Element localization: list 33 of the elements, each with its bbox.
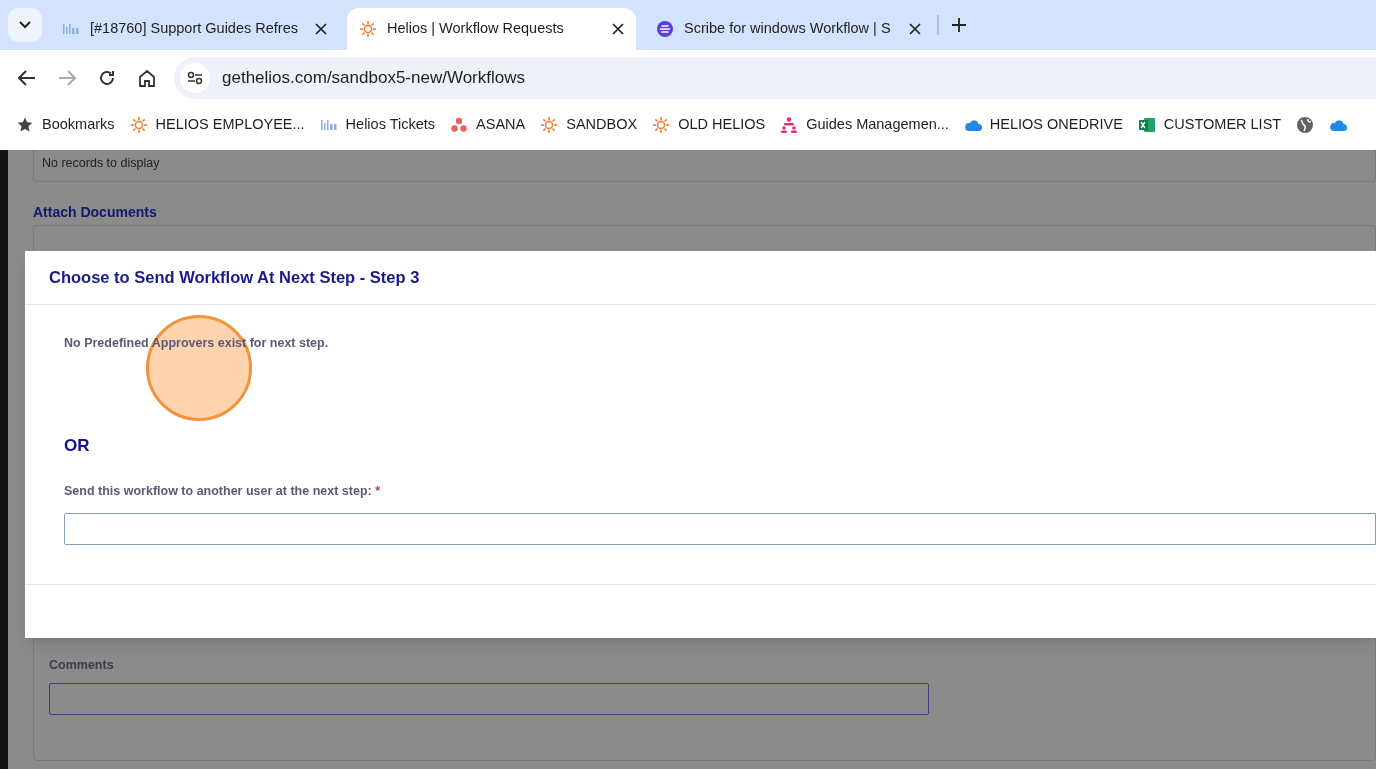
url-text: gethelios.com/sandbox5-new/Workflows [222, 66, 525, 89]
bookmark-label: Bookmarks [42, 115, 115, 135]
bookmark-label: SANDBOX [566, 115, 638, 135]
bookmark-label: CUSTOMER LIST [1163, 115, 1282, 135]
bookmark-label: OLD HELIOS [678, 115, 766, 135]
bookmark-label: HELIOS ONEDRIVE [989, 115, 1123, 135]
comments-label: Comments [49, 657, 115, 675]
required-mark: * [375, 484, 381, 499]
field-label: Send this workflow to another user at the next step: * [64, 483, 382, 501]
bookmark-item[interactable]: HELIOS EMPLOYEE... [129, 114, 305, 136]
tab-title: Helios | Workflow Requests [387, 19, 565, 39]
browser-tab[interactable]: Scribe for windows Workflow | S [644, 8, 933, 50]
bookmark-label: HELIOS EMPLOYEE... [155, 115, 305, 135]
bookmark-label: ASANA [476, 115, 526, 135]
bookmark-label: Helios Tickets [345, 115, 436, 135]
bookmark-item[interactable]: Guides Managemen... [780, 114, 949, 136]
section-heading: Attach Documents [33, 203, 158, 220]
tab-title: [#18760] Support Guides Refres [90, 19, 299, 39]
browser-tab[interactable]: [#18760] Support Guides Refres [50, 8, 339, 50]
dialog-title: Choose to Send Workflow At Next Step - Step 3 [49, 267, 420, 289]
bookmark-item[interactable]: OLD HELIOS [652, 114, 766, 136]
bookmark-item[interactable]: Helios Tickets [319, 114, 436, 136]
bookmark-item[interactable]: HELIOS ONEDRIVE [963, 114, 1123, 136]
bookmark-item[interactable]: Bookmarks [16, 114, 115, 136]
browser-tab[interactable]: Helios | Workflow Requests [347, 8, 636, 50]
bookmark-item[interactable]: ASANA [450, 114, 526, 136]
or-heading: OR [64, 434, 91, 457]
empty-message: No records to display [42, 155, 160, 173]
address-bar[interactable]: gethelios.com/sandbox5-new/Workflows [174, 56, 1376, 99]
bookmark-label: Guides Managemen... [806, 115, 949, 135]
bookmark-item[interactable]: CUSTOMER LIST [1137, 114, 1282, 136]
tab-title: Scribe for windows Workflow | S [684, 19, 892, 39]
bookmark-item[interactable]: SANDBOX [540, 114, 638, 136]
